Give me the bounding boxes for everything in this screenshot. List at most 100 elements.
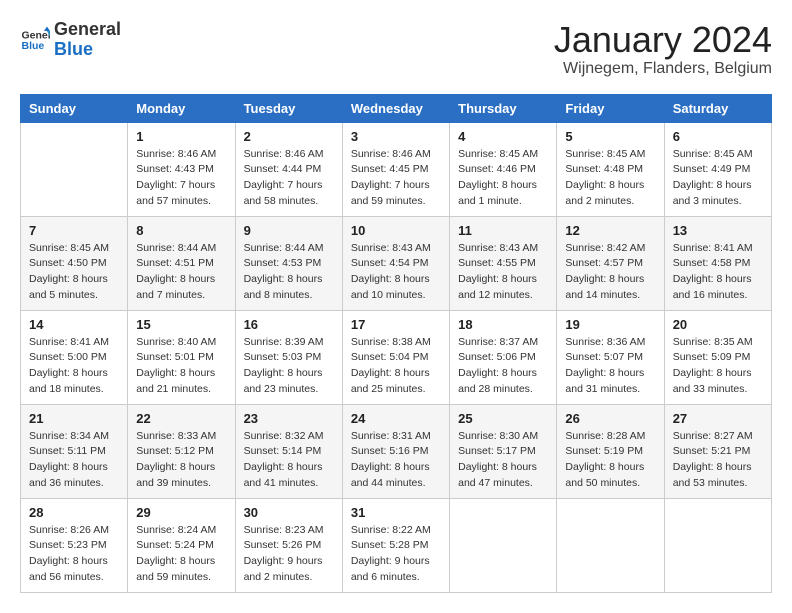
table-cell: 2 Sunrise: 8:46 AMSunset: 4:44 PMDaylight… — [235, 122, 342, 216]
day-detail: Sunrise: 8:44 AMSunset: 4:51 PMDaylight:… — [136, 241, 226, 304]
header-friday: Friday — [557, 94, 664, 122]
logo-blue-text: Blue — [54, 40, 121, 60]
day-number: 25 — [458, 411, 548, 426]
header: General Blue General Blue January 2024 W… — [20, 20, 772, 78]
day-number: 5 — [565, 129, 655, 144]
day-number: 26 — [565, 411, 655, 426]
table-cell: 10 Sunrise: 8:43 AMSunset: 4:54 PMDayligh… — [342, 216, 449, 310]
table-cell: 29 Sunrise: 8:24 AMSunset: 5:24 PMDayligh… — [128, 498, 235, 592]
table-cell: 28 Sunrise: 8:26 AMSunset: 5:23 PMDayligh… — [21, 498, 128, 592]
table-cell: 24 Sunrise: 8:31 AMSunset: 5:16 PMDayligh… — [342, 404, 449, 498]
table-cell: 5 Sunrise: 8:45 AMSunset: 4:48 PMDaylight… — [557, 122, 664, 216]
day-detail: Sunrise: 8:41 AMSunset: 4:58 PMDaylight:… — [673, 241, 763, 304]
table-cell: 1 Sunrise: 8:46 AMSunset: 4:43 PMDaylight… — [128, 122, 235, 216]
day-detail: Sunrise: 8:45 AMSunset: 4:48 PMDaylight:… — [565, 147, 655, 210]
logo-icon: General Blue — [20, 25, 50, 55]
day-detail: Sunrise: 8:34 AMSunset: 5:11 PMDaylight:… — [29, 429, 119, 492]
table-cell — [450, 498, 557, 592]
day-detail: Sunrise: 8:44 AMSunset: 4:53 PMDaylight:… — [244, 241, 334, 304]
day-number: 28 — [29, 505, 119, 520]
day-number: 10 — [351, 223, 441, 238]
day-number: 29 — [136, 505, 226, 520]
header-thursday: Thursday — [450, 94, 557, 122]
day-number: 30 — [244, 505, 334, 520]
header-wednesday: Wednesday — [342, 94, 449, 122]
day-detail: Sunrise: 8:22 AMSunset: 5:28 PMDaylight:… — [351, 523, 441, 586]
table-cell: 19Sunrise: 8:36 AMSunset: 5:07 PMDayligh… — [557, 310, 664, 404]
table-cell: 4Sunrise: 8:45 AMSunset: 4:46 PMDaylight… — [450, 122, 557, 216]
page-subtitle: Wijnegem, Flanders, Belgium — [554, 60, 772, 78]
day-detail: Sunrise: 8:43 AMSunset: 4:54 PMDaylight:… — [351, 241, 441, 304]
day-number: 7 — [29, 223, 119, 238]
header-saturday: Saturday — [664, 94, 771, 122]
day-detail: Sunrise: 8:41 AMSunset: 5:00 PMDaylight:… — [29, 335, 119, 398]
table-cell: 9 Sunrise: 8:44 AMSunset: 4:53 PMDaylight… — [235, 216, 342, 310]
table-cell: 7 Sunrise: 8:45 AMSunset: 4:50 PMDaylight… — [21, 216, 128, 310]
table-cell: 12 Sunrise: 8:42 AMSunset: 4:57 PMDayligh… — [557, 216, 664, 310]
day-detail: Sunrise: 8:35 AMSunset: 5:09 PMDaylight:… — [673, 335, 763, 398]
calendar-table: Sunday Monday Tuesday Wednesday Thursday… — [20, 94, 772, 593]
day-detail: Sunrise: 8:46 AMSunset: 4:44 PMDaylight:… — [244, 147, 334, 210]
day-number: 9 — [244, 223, 334, 238]
day-detail: Sunrise: 8:28 AMSunset: 5:19 PMDaylight:… — [565, 429, 655, 492]
table-cell: 17 Sunrise: 8:38 AMSunset: 5:04 PMDayligh… — [342, 310, 449, 404]
day-detail: Sunrise: 8:38 AMSunset: 5:04 PMDaylight:… — [351, 335, 441, 398]
day-detail: Sunrise: 8:30 AMSunset: 5:17 PMDaylight:… — [458, 429, 548, 492]
table-cell: 6 Sunrise: 8:45 AMSunset: 4:49 PMDaylight… — [664, 122, 771, 216]
day-number: 6 — [673, 129, 763, 144]
day-number: 24 — [351, 411, 441, 426]
table-cell: 30Sunrise: 8:23 AMSunset: 5:26 PMDayligh… — [235, 498, 342, 592]
day-number: 2 — [244, 129, 334, 144]
day-detail: Sunrise: 8:33 AMSunset: 5:12 PMDaylight:… — [136, 429, 226, 492]
day-detail: Sunrise: 8:40 AMSunset: 5:01 PMDaylight:… — [136, 335, 226, 398]
title-section: January 2024 Wijnegem, Flanders, Belgium — [554, 20, 772, 78]
day-number: 18 — [458, 317, 548, 332]
header-sunday: Sunday — [21, 94, 128, 122]
page-title: January 2024 — [554, 20, 772, 60]
table-cell: 15Sunrise: 8:40 AMSunset: 5:01 PMDayligh… — [128, 310, 235, 404]
day-number: 3 — [351, 129, 441, 144]
day-number: 14 — [29, 317, 119, 332]
day-detail: Sunrise: 8:32 AMSunset: 5:14 PMDaylight:… — [244, 429, 334, 492]
day-detail: Sunrise: 8:39 AMSunset: 5:03 PMDaylight:… — [244, 335, 334, 398]
table-cell: 25 Sunrise: 8:30 AMSunset: 5:17 PMDayligh… — [450, 404, 557, 498]
day-number: 19 — [565, 317, 655, 332]
day-detail: Sunrise: 8:45 AMSunset: 4:49 PMDaylight:… — [673, 147, 763, 210]
day-number: 31 — [351, 505, 441, 520]
header-monday: Monday — [128, 94, 235, 122]
table-cell: 8Sunrise: 8:44 AMSunset: 4:51 PMDaylight… — [128, 216, 235, 310]
day-number: 20 — [673, 317, 763, 332]
table-cell: 23 Sunrise: 8:32 AMSunset: 5:14 PMDayligh… — [235, 404, 342, 498]
table-cell — [21, 122, 128, 216]
day-detail: Sunrise: 8:45 AMSunset: 4:50 PMDaylight:… — [29, 241, 119, 304]
table-cell: 13 Sunrise: 8:41 AMSunset: 4:58 PMDayligh… — [664, 216, 771, 310]
day-detail: Sunrise: 8:42 AMSunset: 4:57 PMDaylight:… — [565, 241, 655, 304]
table-cell: 3Sunrise: 8:46 AMSunset: 4:45 PMDaylight… — [342, 122, 449, 216]
day-number: 1 — [136, 129, 226, 144]
day-detail: Sunrise: 8:46 AMSunset: 4:43 PMDaylight:… — [136, 147, 226, 210]
day-number: 11 — [458, 223, 548, 238]
table-cell — [557, 498, 664, 592]
day-number: 12 — [565, 223, 655, 238]
day-number: 17 — [351, 317, 441, 332]
header-tuesday: Tuesday — [235, 94, 342, 122]
day-number: 13 — [673, 223, 763, 238]
day-number: 23 — [244, 411, 334, 426]
table-cell: 16 Sunrise: 8:39 AMSunset: 5:03 PMDayligh… — [235, 310, 342, 404]
day-detail: Sunrise: 8:37 AMSunset: 5:06 PMDaylight:… — [458, 335, 548, 398]
table-cell: 20 Sunrise: 8:35 AMSunset: 5:09 PMDayligh… — [664, 310, 771, 404]
day-number: 16 — [244, 317, 334, 332]
table-cell: 18 Sunrise: 8:37 AMSunset: 5:06 PMDayligh… — [450, 310, 557, 404]
logo: General Blue General Blue — [20, 20, 121, 60]
logo-general-text: General — [54, 20, 121, 40]
day-detail: Sunrise: 8:24 AMSunset: 5:24 PMDaylight:… — [136, 523, 226, 586]
table-cell: 14 Sunrise: 8:41 AMSunset: 5:00 PMDayligh… — [21, 310, 128, 404]
calendar-body: 1 Sunrise: 8:46 AMSunset: 4:43 PMDaylight… — [21, 122, 772, 592]
table-cell: 27Sunrise: 8:27 AMSunset: 5:21 PMDayligh… — [664, 404, 771, 498]
day-detail: Sunrise: 8:31 AMSunset: 5:16 PMDaylight:… — [351, 429, 441, 492]
table-cell: 21Sunrise: 8:34 AMSunset: 5:11 PMDayligh… — [21, 404, 128, 498]
day-detail: Sunrise: 8:26 AMSunset: 5:23 PMDaylight:… — [29, 523, 119, 586]
table-cell: 26 Sunrise: 8:28 AMSunset: 5:19 PMDayligh… — [557, 404, 664, 498]
calendar-header: Sunday Monday Tuesday Wednesday Thursday… — [21, 94, 772, 122]
table-cell: 11Sunrise: 8:43 AMSunset: 4:55 PMDayligh… — [450, 216, 557, 310]
